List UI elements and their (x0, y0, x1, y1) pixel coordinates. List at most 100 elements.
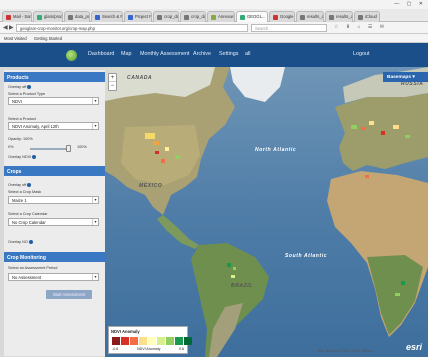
map-attribution: Esri, DeLorme, FAO, USGS, NOAA, ... (318, 349, 377, 353)
start-assessment-button[interactable]: Start Assessment (46, 290, 92, 299)
product-select[interactable]: NDVI Anomaly, April 12th ▾ (8, 122, 99, 130)
url-input[interactable]: geoglam-crop-monitor.org/crop-map.php (16, 24, 248, 32)
app-logo[interactable] (66, 50, 77, 61)
tab-label: Google (280, 14, 294, 19)
logout-link[interactable]: Logout (353, 51, 370, 57)
chevron-down-icon: ▾ (92, 197, 98, 203)
chevron-down-icon: ▾ (412, 74, 415, 80)
legend-swatch (157, 337, 165, 345)
browser-tab[interactable]: glam/product... (33, 11, 63, 22)
tab-favicon-icon (273, 15, 278, 20)
browser-tab[interactable]: results_data... (296, 11, 324, 22)
product-label: Select a Product (8, 117, 36, 121)
products-header[interactable]: Products (4, 72, 105, 82)
chevron-down-icon: ▾ (92, 98, 98, 104)
forward-icon[interactable]: ▶ (9, 24, 14, 31)
browser-tab[interactable]: data_portal (64, 11, 90, 22)
browser-tab[interactable]: Search & Filter... (91, 11, 123, 22)
tab-label: glam/product... (44, 14, 63, 19)
browser-tabstrip: Mail - Sam Lee ... glam/product... data_po… (0, 0, 428, 22)
products-overlay-label: Overlay off (8, 85, 32, 89)
opacity-min-label: 0% (8, 145, 14, 149)
nav-all[interactable]: all (245, 51, 250, 57)
info-icon[interactable] (28, 240, 33, 244)
browser-tab[interactable]: Project Pr... (124, 11, 152, 22)
tab-label: GEOGL... (247, 14, 266, 19)
ndvi-legend: NDVI Anomaly -0.6 NDVI Anomaly 0.6 (108, 326, 192, 354)
tab-favicon-icon (184, 15, 189, 20)
assessment-period-label: Select an Assessment Period (8, 266, 58, 270)
chevron-down-icon: ▾ (92, 274, 98, 280)
tab-label: Annexure (218, 14, 235, 19)
tab-favicon-icon (329, 15, 334, 20)
browser-tab[interactable]: GEOGL... (236, 11, 268, 22)
opacity-max-label: 100% (77, 145, 87, 149)
bookmark-getting-started[interactable]: Getting Started (34, 36, 62, 41)
legend-min-label: -0.6 (112, 347, 119, 351)
crop-mask-select[interactable]: Maize 1 ▾ (8, 196, 99, 204)
opacity-slider-handle[interactable] (66, 145, 71, 152)
legend-swatch (148, 337, 156, 345)
browser-tab[interactable]: Annexure (207, 11, 235, 22)
map-label-canada: CANADA (127, 75, 153, 81)
map-label-mexico: MEXICO (139, 183, 163, 189)
product-type-select[interactable]: NDVI ▾ (8, 97, 99, 105)
zoom-control: + − (108, 73, 117, 91)
tab-label: Project Pr... (135, 14, 152, 19)
info-icon[interactable] (27, 85, 32, 89)
nav-dashboard[interactable]: Dashboard (88, 51, 114, 57)
map-canvas[interactable]: CANADA North Atlantic MEXICO BRAZIL Sout… (105, 67, 428, 357)
window-controls[interactable]: — ▢ ✕ (394, 1, 426, 7)
tab-label: crop_data... (191, 14, 206, 19)
browser-tab[interactable]: crop_data... (153, 11, 179, 22)
legend-title: NDVI Anomaly (111, 329, 140, 334)
bookmark-most-visited[interactable]: Most Visited (4, 36, 27, 41)
nav-map[interactable]: Map (121, 51, 132, 57)
titlebar (0, 0, 428, 9)
opacity-label: Opacity: 100% (8, 137, 33, 141)
zoom-out-button[interactable]: − (109, 82, 116, 90)
browser-tab[interactable]: results_data... (325, 11, 353, 22)
nav-monthly-assessment[interactable]: Monthly Assessment (140, 51, 189, 57)
opacity-slider[interactable] (30, 148, 70, 150)
esri-logo: esri (406, 342, 423, 352)
browser-tab[interactable]: crop_data... (180, 11, 206, 22)
chevron-down-icon: ▾ (92, 123, 98, 129)
world-map[interactable] (105, 67, 428, 357)
assessment-period-select[interactable]: No Assessment ▾ (8, 273, 99, 281)
tab-favicon-icon (211, 15, 216, 20)
products-overlay2-label: Overlay NDVI (8, 155, 37, 159)
nav-archive[interactable]: Archive (193, 51, 211, 57)
browser-tab[interactable]: Mail - Sam Lee ... (2, 11, 32, 22)
legend-swatch (166, 337, 174, 345)
legend-swatch (184, 337, 192, 345)
crops-overlay2-label: Overlay NO (8, 240, 33, 244)
browser-tab[interactable]: iCloud (354, 11, 380, 22)
crop-monitoring-header[interactable]: Crop Monitoring (4, 252, 105, 262)
legend-swatch (175, 337, 183, 345)
tab-label: results_data... (307, 14, 324, 19)
crop-calendar-select[interactable]: No Crop Calendar ▾ (8, 218, 99, 226)
map-label-south-atlantic: South Atlantic (285, 253, 328, 259)
tab-favicon-icon (37, 15, 42, 20)
nav-settings[interactable]: Settings (219, 51, 238, 57)
basemaps-button[interactable]: Basemaps ▾ (383, 72, 428, 82)
legend-swatch (139, 337, 147, 345)
tab-label: data_portal (75, 14, 90, 19)
legend-swatch (112, 337, 120, 345)
tab-label: iCloud (365, 14, 377, 19)
zoom-in-button[interactable]: + (109, 74, 116, 82)
tab-favicon-icon (6, 15, 11, 20)
info-icon[interactable] (32, 155, 37, 159)
info-icon[interactable] (27, 183, 32, 187)
crops-header[interactable]: Crops (4, 166, 105, 176)
tab-favicon-icon (240, 15, 245, 20)
browser-search-input[interactable]: Search (251, 24, 327, 32)
product-type-label: Select a Product Type (8, 92, 46, 96)
browser-tab[interactable]: Google (269, 11, 295, 22)
back-icon[interactable]: ◀ (3, 24, 8, 31)
map-label-north-atlantic: North Atlantic (255, 147, 297, 153)
tab-label: Search & Filter... (102, 14, 123, 19)
legend-mid-label: NDVI Anomaly (137, 347, 161, 351)
toolbar-icons[interactable]: ☆ ⬇ ⌂ ☰ ✉ (334, 24, 387, 30)
